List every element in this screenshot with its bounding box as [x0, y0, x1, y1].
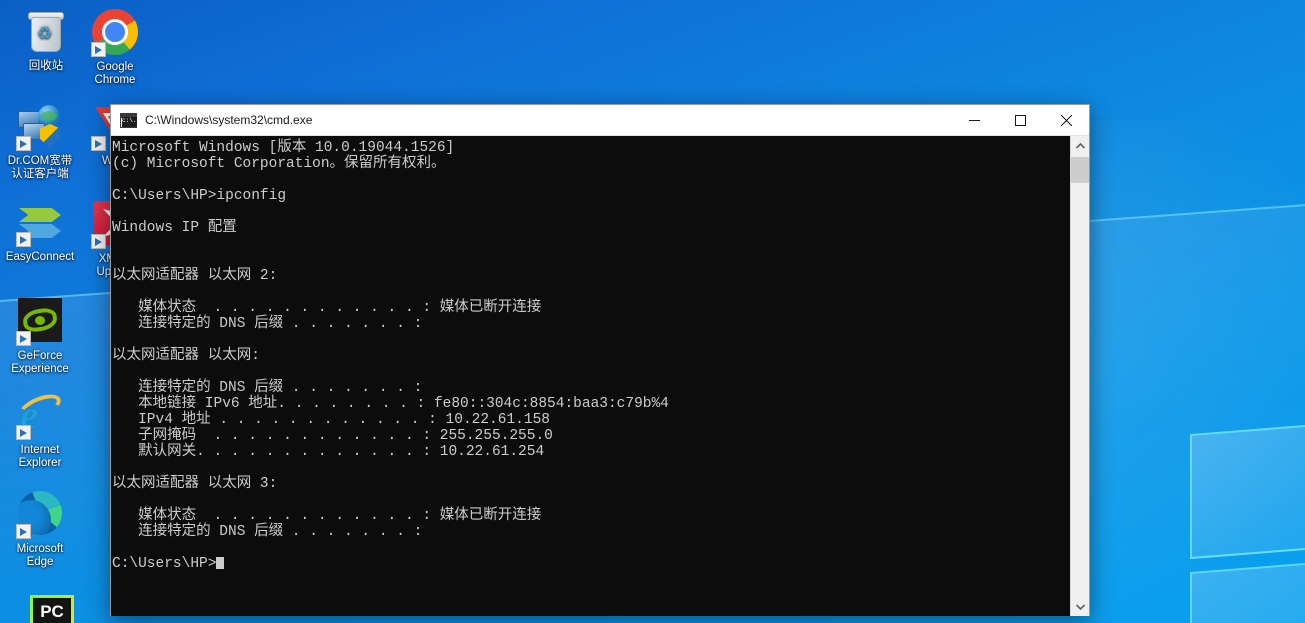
pc-icon-label: PC	[40, 602, 64, 621]
minimize-button[interactable]	[951, 105, 997, 136]
desktop-icon-drcom[interactable]: Dr.COM宽带 认证客户端	[2, 103, 78, 181]
desktop-icon-label: Internet Explorer	[18, 444, 62, 469]
maximize-button[interactable]	[997, 105, 1043, 136]
microsoft-edge-icon	[16, 491, 64, 539]
scrollbar-track[interactable]	[1071, 155, 1089, 597]
console-scrollbar[interactable]	[1070, 136, 1089, 616]
internet-explorer-icon: e	[15, 389, 65, 440]
shortcut-arrow-icon	[16, 524, 31, 539]
shortcut-arrow-icon	[16, 331, 31, 346]
geforce-experience-icon	[16, 298, 64, 346]
google-chrome-icon	[91, 9, 139, 57]
desktop-icon-microsoft-edge[interactable]: Microsoft Edge	[2, 489, 78, 569]
shortcut-arrow-icon	[91, 234, 106, 249]
desktop[interactable]: ♻ 回收站 GoogleChrome Dr.COM宽带认证客户端 WPS Eas…	[0, 0, 1305, 623]
desktop-icon-label: Dr.COM宽带 认证客户端	[7, 155, 73, 180]
desktop-icon-easyconnect[interactable]: EasyConnect	[2, 199, 78, 264]
desktop-icon-internet-explorer[interactable]: e Internet Explorer	[2, 389, 78, 470]
easyconnect-icon	[16, 199, 64, 247]
scrollbar-thumb[interactable]	[1071, 157, 1089, 183]
scroll-up-arrow-icon[interactable]	[1071, 136, 1089, 155]
desktop-icon-geforce[interactable]: GeForce Experience	[2, 296, 78, 376]
wallpaper-window-pane-top	[1190, 419, 1305, 560]
desktop-icon-label: Google Chrome	[94, 61, 136, 86]
pc-icon: PC	[28, 595, 76, 623]
window-title: C:\Windows\system32\cmd.exe	[145, 113, 313, 127]
desktop-icon-google-chrome[interactable]: Google Chrome	[77, 8, 153, 87]
cmd-console-icon	[120, 112, 137, 128]
desktop-icon-label: EasyConnect	[5, 251, 75, 263]
console-output[interactable]: Microsoft Windows [版本 10.0.19044.1526] (…	[111, 136, 1070, 616]
close-button[interactable]	[1043, 105, 1089, 136]
desktop-icon-label: 回收站	[28, 60, 64, 72]
cmd-titlebar[interactable]: C:\Windows\system32\cmd.exe	[111, 105, 1089, 136]
scroll-down-arrow-icon[interactable]	[1071, 597, 1089, 616]
shortcut-arrow-icon	[91, 136, 106, 151]
cmd-body[interactable]: Microsoft Windows [版本 10.0.19044.1526] (…	[111, 136, 1089, 616]
drcom-icon	[16, 103, 64, 151]
console-text: Microsoft Windows [版本 10.0.19044.1526] (…	[112, 140, 669, 572]
shortcut-arrow-icon	[16, 136, 31, 151]
desktop-icon-label: Microsoft Edge	[16, 543, 64, 568]
desktop-icon-recycle-bin[interactable]: ♻ 回收站	[8, 8, 84, 73]
window-controls[interactable]	[951, 105, 1089, 136]
text-cursor	[216, 557, 225, 569]
shortcut-arrow-icon	[16, 232, 31, 247]
shortcut-arrow-icon	[91, 42, 106, 57]
shortcut-arrow-icon	[16, 425, 31, 440]
recycle-bin-icon: ♻	[22, 8, 70, 56]
desktop-icon-label: GeForce Experience	[11, 350, 69, 375]
desktop-icon-pc[interactable]: PC	[14, 593, 90, 623]
cmd-window[interactable]: C:\Windows\system32\cmd.exe Microsoft Wi…	[110, 104, 1090, 616]
